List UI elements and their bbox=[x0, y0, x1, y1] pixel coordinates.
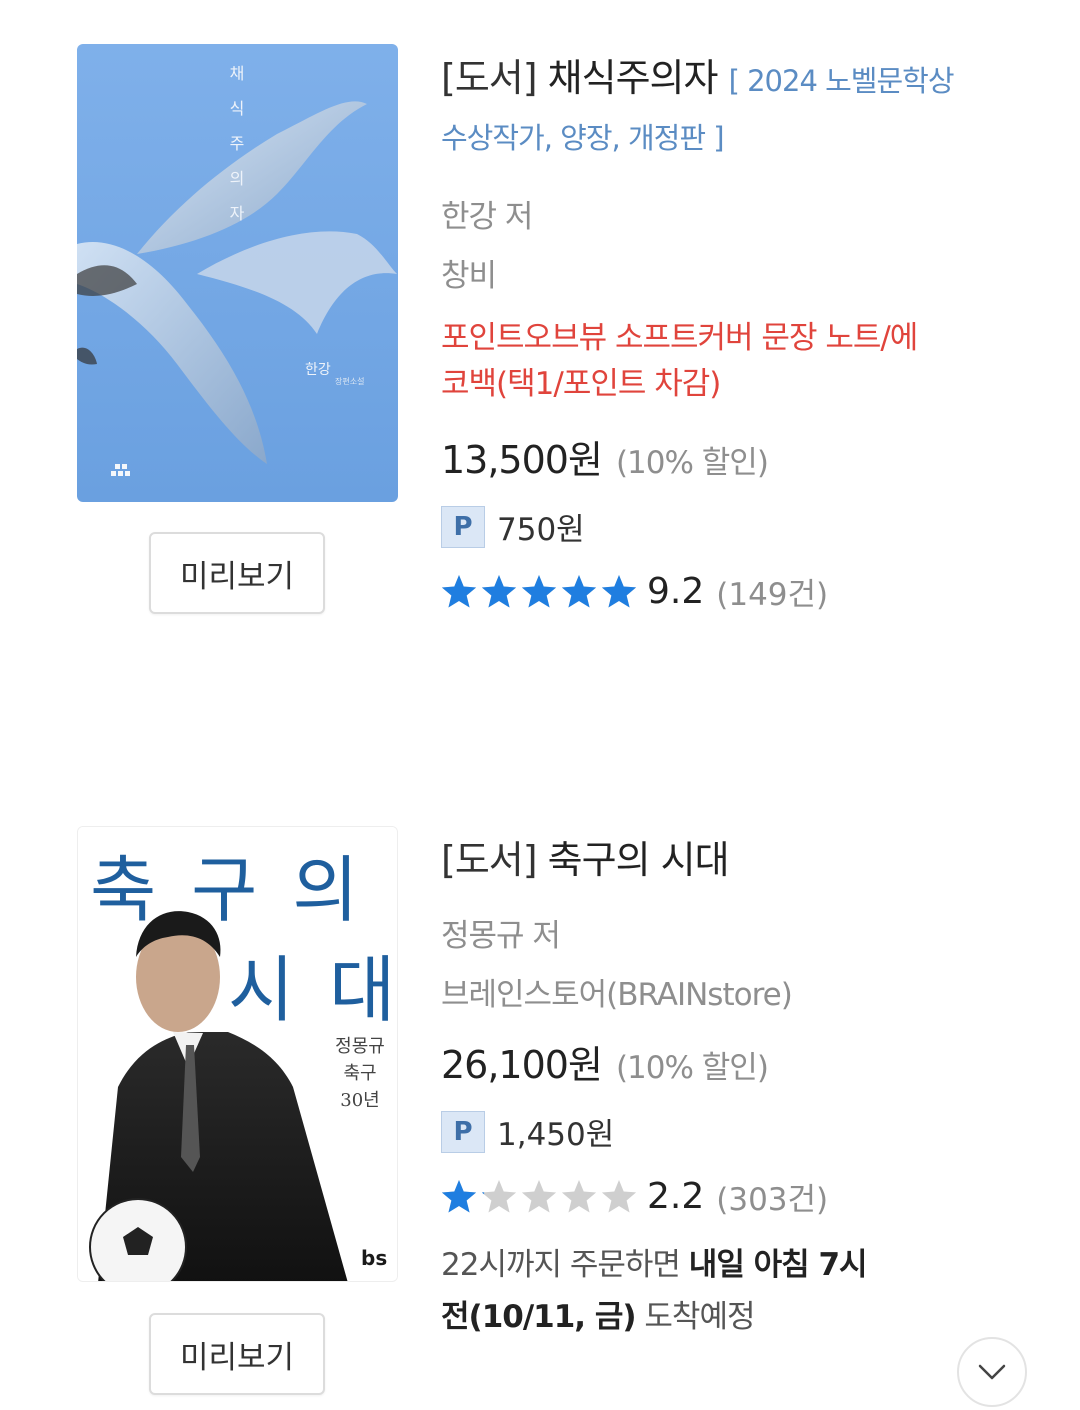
book-cover[interactable]: 채 식 주 의 자 한강 장편소설 bbox=[77, 44, 398, 502]
cover-subtitle: 정몽규 bbox=[335, 1036, 385, 1057]
point-badge-icon: P bbox=[441, 1110, 485, 1153]
promo-line: 코백(택1/포인트 차감) bbox=[441, 366, 721, 402]
promo-text[interactable]: 포인트오브뷰 소프트커버 문장 노트/에 코백(택1/포인트 차감) bbox=[441, 315, 1021, 407]
star-filled-icon bbox=[601, 574, 637, 608]
cover-title-char: 채 bbox=[230, 64, 245, 83]
cover-author: 한강 bbox=[305, 362, 331, 378]
star-filled-icon bbox=[481, 574, 517, 608]
star-icon bbox=[481, 1179, 517, 1213]
product-subtitle-cont: 수상작가, 양장, 개정판 ] bbox=[441, 121, 725, 155]
star-filled-icon bbox=[561, 574, 597, 608]
product-title-block[interactable]: [도서] 축구의 시대 bbox=[441, 832, 1021, 888]
cover-title-char: 식 bbox=[230, 99, 245, 118]
category-tag: [도서] bbox=[441, 56, 538, 100]
discount-rate: (10% 할인) bbox=[615, 445, 769, 481]
cover-subtitle: 장편소설 bbox=[335, 376, 364, 386]
author[interactable]: 한강 저 bbox=[441, 191, 1021, 236]
discount-rate: (10% 할인) bbox=[615, 1050, 769, 1086]
star-icon bbox=[601, 1179, 637, 1213]
point-amount: 1,450원 bbox=[497, 1117, 615, 1153]
cover-title-char: 자 bbox=[230, 204, 245, 223]
product-title[interactable]: 축구의 시대 bbox=[548, 838, 730, 882]
promo-line: 포인트오브뷰 소프트커버 문장 노트/에 bbox=[441, 320, 918, 356]
rating-row[interactable]: 2.2 (303건) bbox=[441, 1174, 1021, 1219]
delivery-time: 내일 아침 7시 bbox=[688, 1247, 868, 1283]
star-icon bbox=[561, 1179, 597, 1213]
rating-row[interactable]: 9.2 (149건) bbox=[441, 569, 1021, 614]
star-filled-icon bbox=[441, 574, 477, 608]
cover-logo: bs bbox=[361, 1246, 387, 1270]
product-title-block[interactable]: [도서] 채식주의자 [ 2024 노벨문학상 bbox=[441, 50, 1021, 109]
star-icon bbox=[521, 1179, 557, 1213]
cover-title: 축 구 의 bbox=[90, 848, 365, 932]
cover-title-char: 의 bbox=[230, 169, 245, 188]
category-tag: [도서] bbox=[441, 838, 538, 882]
sale-price: 13,500원 bbox=[441, 438, 603, 482]
star-rating bbox=[441, 1179, 637, 1213]
preview-button[interactable]: 미리보기 bbox=[149, 1313, 325, 1395]
book-cover[interactable]: 축 구 의 시 대 정몽규 축구 30년 bs bbox=[77, 826, 398, 1282]
star-filled-icon bbox=[441, 1179, 477, 1213]
review-count: (149건) bbox=[716, 577, 829, 613]
star-filled-icon bbox=[521, 574, 557, 608]
scroll-down-button[interactable] bbox=[957, 1337, 1027, 1407]
product-info: [도서] 채식주의자 [ 2024 노벨문학상 수상작가, 양장, 개정판 ] … bbox=[441, 50, 1021, 614]
rating-score: 2.2 bbox=[647, 1176, 705, 1217]
price-row: 26,100원 (10% 할인) bbox=[441, 1034, 1021, 1089]
cover-title-char: 주 bbox=[230, 134, 245, 153]
publisher[interactable]: 창비 bbox=[441, 250, 1021, 295]
product-subtitle: [ 2024 노벨문학상 bbox=[728, 64, 955, 98]
point-row: P 1,450원 bbox=[441, 1109, 1021, 1154]
cover-subtitle: 축구 bbox=[343, 1063, 376, 1084]
publisher[interactable]: 브레인스토어(BRAINstore) bbox=[441, 969, 1021, 1014]
star-rating bbox=[441, 574, 637, 608]
delivery-pre: 22시까지 주문하면 bbox=[441, 1247, 689, 1283]
point-badge-icon: P bbox=[441, 505, 485, 548]
sale-price: 26,100원 bbox=[441, 1043, 603, 1087]
cover-subtitle: 30년 bbox=[340, 1090, 379, 1111]
chevron-down-icon bbox=[978, 1364, 1006, 1380]
delivery-info: 22시까지 주문하면 내일 아침 7시 전(10/11, 금) 도착예정 bbox=[441, 1239, 1021, 1343]
rating-score: 9.2 bbox=[647, 571, 705, 612]
delivery-post: 도착예정 bbox=[635, 1299, 755, 1335]
cover-title: 시 대 bbox=[228, 948, 398, 1032]
price-row: 13,500원 (10% 할인) bbox=[441, 429, 1021, 484]
point-amount: 750원 bbox=[497, 512, 585, 548]
preview-button[interactable]: 미리보기 bbox=[149, 532, 325, 614]
author[interactable]: 정몽규 저 bbox=[441, 910, 1021, 955]
delivery-date: 전(10/11, 금) bbox=[441, 1299, 637, 1335]
product-title[interactable]: 채식주의자 bbox=[548, 56, 719, 100]
product-info: [도서] 축구의 시대 정몽규 저 브레인스토어(BRAINstore) 26,… bbox=[441, 832, 1021, 1343]
review-count: (303건) bbox=[716, 1182, 829, 1218]
point-row: P 750원 bbox=[441, 504, 1021, 549]
